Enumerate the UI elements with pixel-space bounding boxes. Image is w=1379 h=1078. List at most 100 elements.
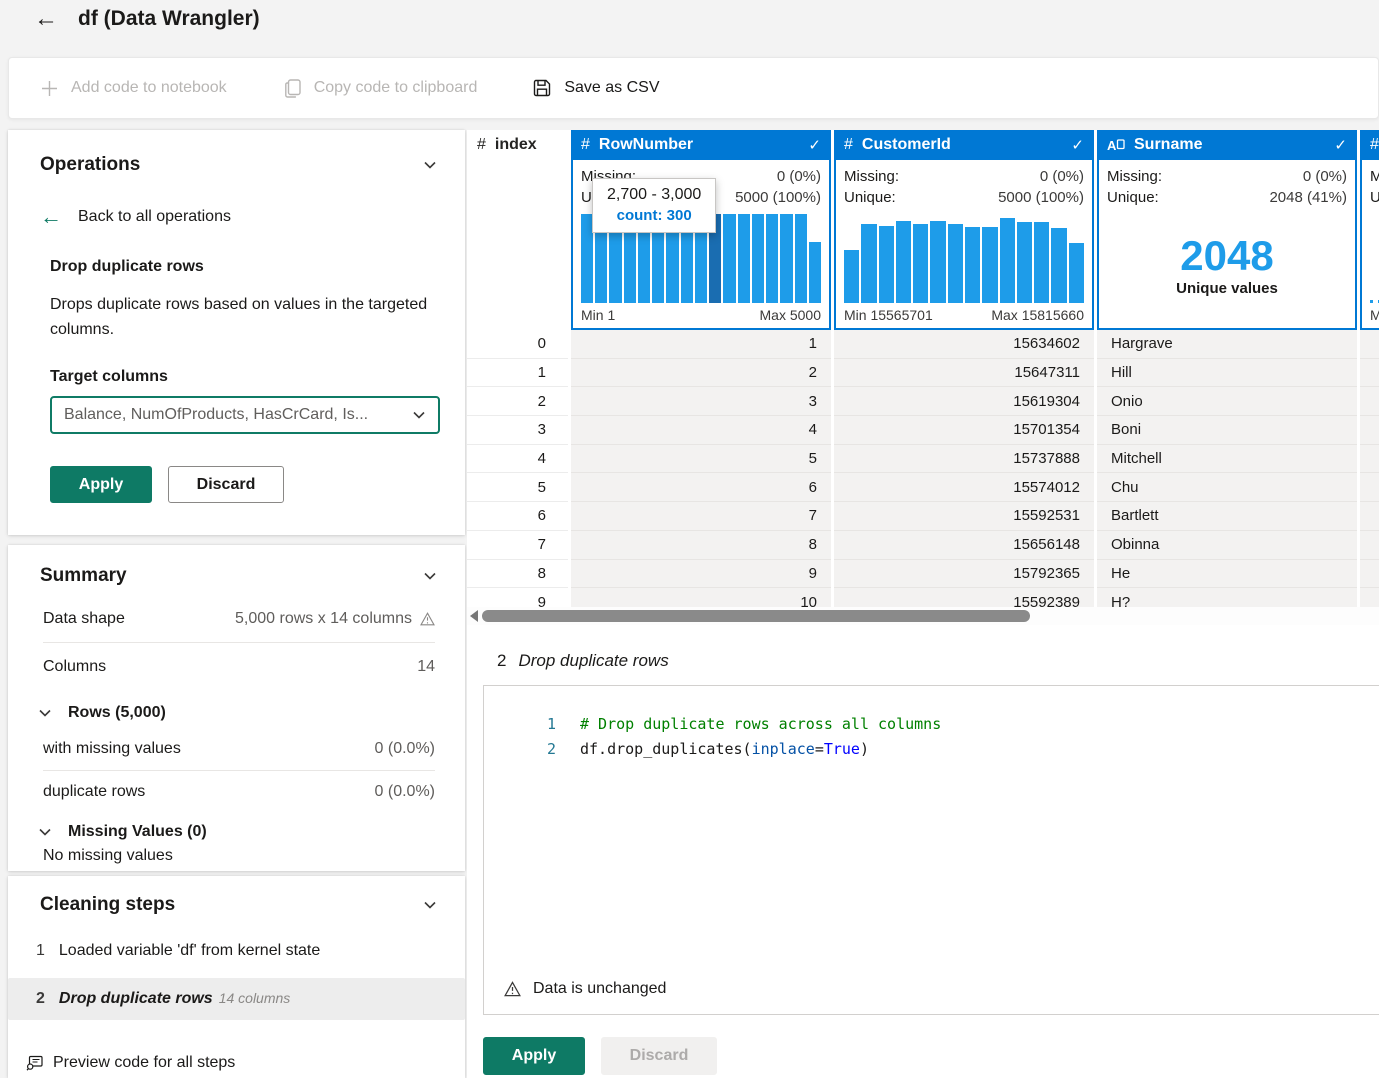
index-cell[interactable]: 5: [467, 473, 568, 503]
column-checkmark-icon[interactable]: ✓: [1071, 136, 1084, 154]
scrollbar-thumb[interactable]: [482, 610, 1030, 622]
data-cell[interactable]: 15574012: [834, 473, 1094, 503]
apply-button[interactable]: Apply: [50, 466, 152, 503]
index-cell[interactable]: 3: [467, 416, 568, 445]
data-cell[interactable]: He: [1097, 559, 1357, 589]
back-to-operations-link[interactable]: ← Back to all operations: [40, 206, 465, 228]
data-cell[interactable]: Hill: [1097, 358, 1357, 388]
histogram-bar[interactable]: [780, 214, 793, 303]
histogram-bar[interactable]: [723, 214, 736, 303]
histogram-bar[interactable]: [964, 227, 981, 303]
histogram-bar[interactable]: [947, 223, 963, 303]
histogram-bar[interactable]: [794, 214, 807, 303]
code-editor[interactable]: 1 # Drop duplicate rows across all column…: [483, 685, 1379, 1015]
data-cell[interactable]: 15647311: [834, 358, 1094, 388]
data-cell[interactable]: 15592531: [834, 502, 1094, 531]
data-cell[interactable]: 6: [571, 473, 831, 503]
data-cell[interactable]: Bartlett: [1097, 502, 1357, 531]
data-cell[interactable]: 5: [571, 444, 831, 474]
target-columns-dropdown[interactable]: Balance, NumOfProducts, HasCrCard, Is...: [50, 396, 440, 434]
data-cell[interactable]: Onio: [1097, 387, 1357, 417]
copy-code-button[interactable]: Copy code to clipboard: [284, 78, 477, 98]
column-histogram[interactable]: [844, 214, 1084, 303]
data-cell[interactable]: Obinna: [1097, 530, 1357, 560]
histogram-bar[interactable]: [895, 221, 912, 303]
data-cell[interactable]: 3: [571, 387, 831, 417]
data-cell[interactable]: 15737888: [834, 444, 1094, 474]
column-header-surname[interactable]: A Surname ✓: [1097, 130, 1357, 160]
data-cell[interactable]: 10: [571, 588, 831, 607]
data-cell[interactable]: 15656148: [834, 530, 1094, 560]
data-cell[interactable]: 15592389: [834, 588, 1094, 607]
histogram-bar[interactable]: [1051, 228, 1067, 303]
index-cell[interactable]: 0: [467, 330, 568, 359]
scroll-left-arrow[interactable]: [470, 610, 478, 622]
column-checkmark-icon[interactable]: ✓: [808, 136, 821, 154]
data-cell[interactable]: [1360, 530, 1379, 560]
column-header-customerid[interactable]: # CustomerId ✓: [834, 130, 1094, 160]
code-apply-button[interactable]: Apply: [483, 1037, 585, 1075]
data-cell[interactable]: 7: [571, 502, 831, 531]
cleaning-step-1[interactable]: 1 Loaded variable 'df' from kernel state: [8, 930, 465, 972]
data-cell[interactable]: Hargrave: [1097, 330, 1357, 359]
data-cell[interactable]: 8: [571, 530, 831, 560]
data-cell[interactable]: 2: [571, 358, 831, 388]
data-cell[interactable]: [1360, 559, 1379, 589]
data-cell[interactable]: 1: [571, 330, 831, 359]
chevron-down-icon[interactable]: [423, 569, 437, 583]
histogram-bar[interactable]: [913, 223, 929, 303]
histogram-bar[interactable]: [737, 214, 750, 303]
column-checkmark-icon[interactable]: ✓: [1334, 136, 1347, 154]
add-code-to-notebook-button[interactable]: Add code to notebook: [41, 79, 227, 97]
data-cell[interactable]: [1360, 358, 1379, 388]
histogram-bar[interactable]: [844, 249, 860, 303]
data-cell[interactable]: 9: [571, 559, 831, 589]
index-cell[interactable]: 8: [467, 559, 568, 589]
column-header-partial[interactable]: #: [1360, 130, 1379, 160]
histogram-bar[interactable]: [766, 214, 779, 303]
data-cell[interactable]: [1360, 502, 1379, 531]
histogram-bar[interactable]: [878, 225, 894, 303]
chevron-down-icon[interactable]: [423, 898, 437, 912]
index-cell[interactable]: 2: [467, 387, 568, 417]
column-header-rownumber[interactable]: # RowNumber ✓: [571, 130, 831, 160]
data-cell[interactable]: [1360, 330, 1379, 359]
data-cell[interactable]: Boni: [1097, 416, 1357, 445]
horizontal-scrollbar[interactable]: [467, 607, 1379, 625]
index-cell[interactable]: 9: [467, 588, 568, 607]
data-cell[interactable]: Mitchell: [1097, 444, 1357, 474]
histogram-bar[interactable]: [861, 223, 877, 303]
histogram-bar[interactable]: [1068, 243, 1084, 303]
histogram-bar[interactable]: [930, 221, 946, 303]
chevron-down-icon[interactable]: [423, 158, 437, 172]
data-cell[interactable]: [1360, 444, 1379, 474]
data-cell[interactable]: Chu: [1097, 473, 1357, 503]
code-discard-button[interactable]: Discard: [601, 1037, 717, 1075]
histogram-bar[interactable]: [999, 218, 1015, 303]
data-cell[interactable]: H?: [1097, 588, 1357, 607]
data-cell[interactable]: 15634602: [834, 330, 1094, 359]
data-cell[interactable]: 15792365: [834, 559, 1094, 589]
missing-values-group-toggle[interactable]: Missing Values (0): [38, 823, 465, 841]
discard-button[interactable]: Discard: [168, 466, 284, 503]
save-as-csv-button[interactable]: Save as CSV: [533, 79, 660, 97]
index-cell[interactable]: 6: [467, 502, 568, 531]
rows-group-toggle[interactable]: Rows (5,000): [38, 704, 465, 722]
data-cell[interactable]: [1360, 387, 1379, 417]
data-cell[interactable]: 15701354: [834, 416, 1094, 445]
data-cell[interactable]: [1360, 588, 1379, 607]
index-cell[interactable]: 1: [467, 358, 568, 388]
histogram-bar[interactable]: [1034, 222, 1050, 303]
index-cell[interactable]: 7: [467, 530, 568, 560]
data-cell[interactable]: [1360, 416, 1379, 445]
preview-code-all-steps-button[interactable]: Preview code for all steps: [26, 1054, 235, 1072]
histogram-bar[interactable]: [1016, 222, 1033, 303]
back-arrow-icon[interactable]: ←: [34, 7, 58, 31]
histogram-bar[interactable]: [808, 242, 821, 303]
data-cell[interactable]: 15619304: [834, 387, 1094, 417]
data-cell[interactable]: 4: [571, 416, 831, 445]
cleaning-step-2[interactable]: 2 Drop duplicate rows 14 columns: [8, 978, 465, 1020]
histogram-bar[interactable]: [982, 227, 998, 303]
data-cell[interactable]: [1360, 473, 1379, 503]
index-cell[interactable]: 4: [467, 444, 568, 474]
